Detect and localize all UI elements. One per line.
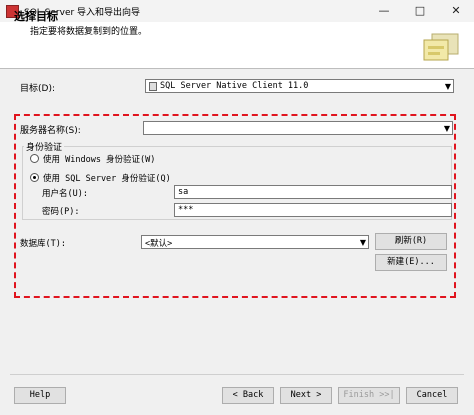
next-button[interactable]: Next > xyxy=(280,387,332,404)
wizard-folder-icon xyxy=(423,33,459,61)
cancel-button[interactable]: Cancel xyxy=(406,387,458,404)
database-value: <默认> xyxy=(145,239,173,249)
destination-value: SQL Server Native Client 11.0 xyxy=(160,81,309,91)
windows-auth-label[interactable]: 使用 Windows 身份验证(W) xyxy=(43,153,155,165)
chevron-down-icon[interactable]: ▼ xyxy=(444,124,450,133)
chevron-down-icon[interactable]: ▼ xyxy=(360,238,366,247)
sql-auth-radio[interactable] xyxy=(30,173,39,182)
new-database-button[interactable]: 新建(E)... xyxy=(375,254,447,271)
back-button[interactable]: < Back xyxy=(222,387,274,404)
server-name-dropdown[interactable]: ▼ xyxy=(143,121,453,135)
server-name-label: 服务器名称(S): xyxy=(20,126,81,136)
username-input[interactable]: sa xyxy=(174,185,452,199)
username-label: 用户名(U): xyxy=(42,189,88,199)
auth-group-label: 身份验证 xyxy=(24,140,65,153)
destination-dropdown[interactable]: SQL Server Native Client 11.0 ▼ xyxy=(145,79,454,93)
maximize-button[interactable]: □ xyxy=(402,0,438,22)
page-title: 选择目标 xyxy=(14,10,58,23)
finish-button[interactable]: Finish >>| xyxy=(338,387,400,404)
password-label: 密码(P): xyxy=(42,207,80,217)
destination-label: 目标(D): xyxy=(20,84,55,94)
database-dropdown[interactable]: <默认> ▼ xyxy=(141,235,369,249)
help-button[interactable]: Help xyxy=(14,387,66,404)
database-icon xyxy=(149,82,157,91)
page-subtitle: 指定要将数据复制到的位置。 xyxy=(30,27,148,37)
close-button[interactable]: ✕ xyxy=(438,0,474,22)
refresh-button[interactable]: 刷新(R) xyxy=(375,233,447,250)
footer-separator xyxy=(10,374,464,375)
minimize-button[interactable]: — xyxy=(366,0,402,22)
windows-auth-radio[interactable] xyxy=(30,154,39,163)
sql-auth-label[interactable]: 使用 SQL Server 身份验证(Q) xyxy=(43,172,171,184)
password-input[interactable]: *** xyxy=(174,203,452,217)
chevron-down-icon[interactable]: ▼ xyxy=(445,82,451,91)
database-label: 数据库(T): xyxy=(20,239,66,249)
